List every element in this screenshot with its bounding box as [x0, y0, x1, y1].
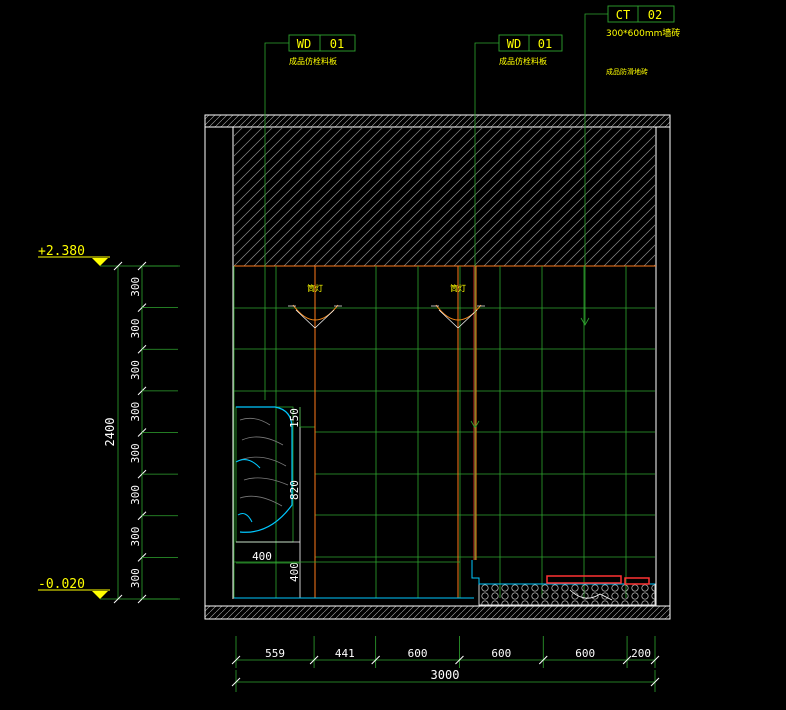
fixture-label-right: 筒灯: [450, 283, 466, 293]
level-bottom-label: -0.020: [38, 577, 85, 592]
bottom-dim-segment-label: 441: [335, 647, 355, 660]
left-dim-row-label: 300: [129, 319, 142, 339]
tag-3-note2: 成品防滑地砖: [606, 67, 648, 76]
tag-3-note: 300*600mm墙砖: [606, 27, 680, 39]
left-dim-row-label: 300: [129, 277, 142, 297]
ceiling-void-hatch: [234, 128, 655, 266]
wall-tile-grid: [233, 266, 655, 598]
tag-3-num: 02: [648, 8, 662, 22]
left-dim-row-label: 300: [129, 443, 142, 463]
bottom-dimension-chain: 559 441 600 600 600 200: [231, 636, 660, 668]
tag-1-code: WD: [297, 37, 311, 51]
bottom-dim-segment-label: 600: [491, 647, 511, 660]
tag-1-note: 成品仿栓料板: [289, 56, 337, 66]
dim-cabinet-width-400: 400: [252, 550, 272, 563]
inner-dimensions: 150 820 400 400: [236, 407, 301, 582]
material-tag-3: CT 02 300*600mm墙砖 成品防滑地砖: [606, 5, 680, 76]
bottom-dim-segment-label: 600: [575, 647, 595, 660]
bottom-dimension-total: 3000: [231, 668, 660, 692]
left-dim-row-label: 300: [129, 527, 142, 547]
level-marker-bottom: -0.020: [38, 577, 180, 600]
left-dim-total: 2400: [103, 418, 117, 447]
level-marker-top: +2.380: [38, 244, 180, 267]
tag-2-code: WD: [507, 37, 521, 51]
left-dim-row-label: 300: [129, 360, 142, 380]
bottom-dim-segment-label: 559: [265, 647, 285, 660]
dim-base-400: 400: [288, 562, 301, 582]
left-dim-row-label: 300: [129, 402, 142, 422]
tag-2-num: 01: [538, 37, 552, 51]
level-top-label: +2.380: [38, 244, 85, 259]
tag-2-note: 成品仿栓料板: [499, 56, 547, 66]
bottom-dim-segment-label: 200: [631, 647, 651, 660]
dim-cabinet-820: 820: [288, 480, 301, 500]
material-tag-1: WD 01 成品仿栓料板: [288, 34, 356, 66]
material-tag-2: WD 01 成品仿栓料板: [498, 34, 563, 66]
cabinet: [235, 406, 315, 598]
bottom-dim-segment-label: 600: [408, 647, 428, 660]
left-dimension-chain: 300 300 300 300 300 300 300 300: [113, 261, 178, 604]
bottom-dim-total: 3000: [431, 668, 460, 682]
cad-elevation-drawing: 筒灯 筒灯 WD 01 成品仿栓料板 WD 01 成品仿栓料板 CT 02 30…: [38, 5, 680, 692]
dim-gap-150: 150: [288, 408, 301, 428]
tag-3-code: CT: [616, 8, 630, 22]
left-dim-row-label: 300: [129, 485, 142, 505]
left-dim-row-label: 300: [129, 568, 142, 588]
tag-1-num: 01: [330, 37, 344, 51]
fixture-label-left: 筒灯: [307, 283, 323, 293]
